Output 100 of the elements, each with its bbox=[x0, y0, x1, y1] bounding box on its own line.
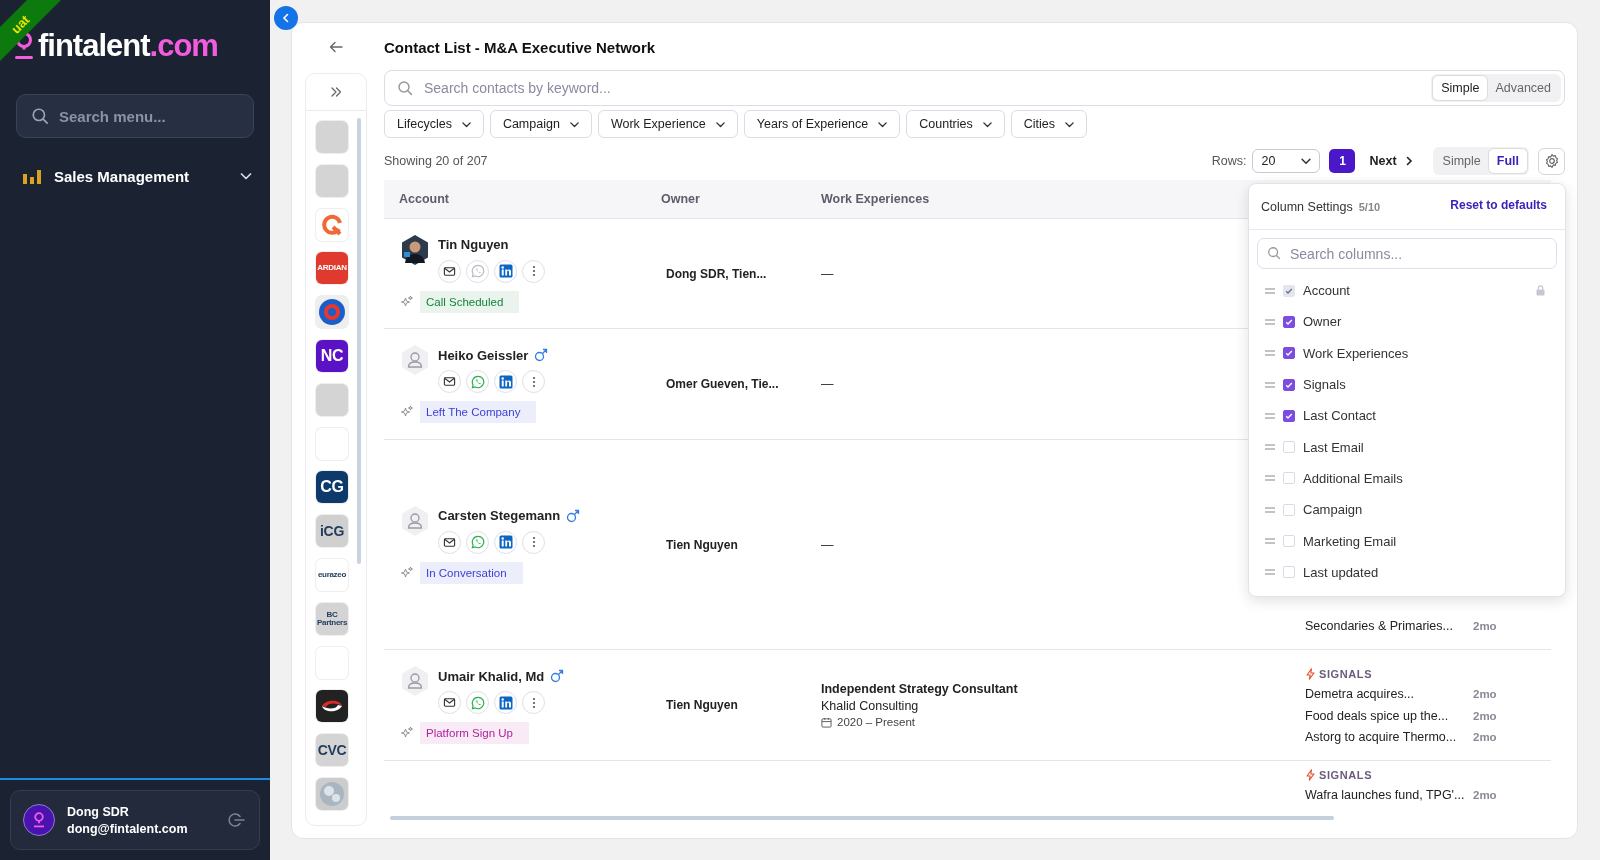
column-option[interactable]: Work Experiences bbox=[1249, 337, 1565, 369]
signal-age: 2mo bbox=[1473, 731, 1497, 744]
signal-age: 2mo bbox=[1473, 620, 1497, 633]
checkbox[interactable] bbox=[1283, 378, 1295, 391]
signal-link[interactable]: Demetra acquires... bbox=[1305, 687, 1473, 702]
signal-link[interactable]: Astorg to acquire Thermo... bbox=[1305, 730, 1473, 745]
email-button[interactable] bbox=[438, 370, 461, 393]
company-logo[interactable]: iCG bbox=[316, 515, 348, 548]
sparkle-icon bbox=[400, 294, 414, 309]
page-button[interactable]: 1 bbox=[1329, 149, 1356, 173]
filter-dropdown[interactable]: Lifecycles bbox=[384, 110, 484, 138]
drag-handle-icon[interactable] bbox=[1265, 569, 1275, 576]
more-button[interactable] bbox=[522, 259, 545, 283]
whatsapp-button[interactable] bbox=[466, 530, 489, 554]
more-button[interactable] bbox=[522, 530, 545, 554]
email-button[interactable] bbox=[438, 691, 461, 714]
column-option[interactable]: Campaign bbox=[1249, 494, 1565, 526]
filter-dropdown[interactable]: Cities bbox=[1010, 110, 1087, 138]
mode-tab[interactable]: Simple bbox=[1433, 76, 1488, 100]
whatsapp-icon bbox=[470, 374, 485, 389]
scrollbar-thumb[interactable] bbox=[390, 816, 1334, 820]
contact-name[interactable]: Umair Khalid, Md bbox=[438, 668, 545, 684]
company-logo[interactable]: CVC bbox=[316, 734, 348, 767]
company-logo[interactable]: NC bbox=[316, 340, 348, 372]
company-logo[interactable]: ARDIAN bbox=[316, 252, 348, 285]
filter-dropdown[interactable]: Countries bbox=[906, 110, 1005, 138]
signal-link[interactable]: Secondaries & Primaries... bbox=[1305, 619, 1473, 634]
filter-dropdown[interactable]: Work Experience bbox=[597, 110, 738, 138]
drag-handle-icon[interactable] bbox=[1265, 350, 1275, 357]
search-icon bbox=[31, 107, 49, 125]
bolt-icon bbox=[1305, 667, 1316, 680]
drag-handle-icon[interactable] bbox=[1265, 444, 1275, 451]
drag-handle-icon[interactable] bbox=[1265, 287, 1275, 294]
column-count: 5/10 bbox=[1358, 200, 1382, 213]
page-title: Contact List - M&A Executive Network bbox=[384, 39, 657, 58]
back-arrow-icon[interactable] bbox=[328, 39, 344, 55]
drag-handle-icon[interactable] bbox=[1265, 475, 1275, 482]
check-icon bbox=[1285, 411, 1293, 420]
whatsapp-button[interactable] bbox=[466, 370, 489, 393]
column-option[interactable]: Marketing Email bbox=[1249, 525, 1565, 557]
contact-name[interactable]: Tin Nguyen bbox=[438, 237, 509, 252]
lifecycle-tag[interactable]: In Conversation bbox=[420, 561, 523, 584]
results-count: Showing 20 of 207 bbox=[384, 154, 488, 168]
user-name: Dong SDR bbox=[67, 804, 130, 819]
view-tab[interactable]: Simple bbox=[1434, 149, 1489, 173]
linkedin-button[interactable] bbox=[494, 259, 517, 283]
column-option[interactable]: Last updated bbox=[1249, 556, 1565, 588]
company-logo[interactable]: CG bbox=[316, 471, 348, 504]
filter-dropdown[interactable]: Years of Experience bbox=[743, 110, 901, 138]
scrollbar-thumb[interactable] bbox=[357, 118, 361, 564]
owner-name: Dong SDR, Tien... bbox=[666, 266, 767, 281]
signal-link[interactable]: Food deals spice up the... bbox=[1305, 708, 1473, 723]
rows-label: Rows: bbox=[1211, 154, 1247, 168]
lifecycle-tag[interactable]: Left The Company bbox=[420, 401, 537, 423]
view-tab[interactable]: Full bbox=[1488, 149, 1527, 173]
linkedin-button[interactable] bbox=[494, 370, 517, 393]
drag-handle-icon[interactable] bbox=[1265, 538, 1275, 544]
mode-tab[interactable]: Advanced bbox=[1487, 76, 1559, 100]
double-chevron-icon[interactable] bbox=[329, 85, 343, 99]
contact-name[interactable]: Carsten Stegemann bbox=[438, 508, 561, 523]
checkbox[interactable] bbox=[1283, 409, 1295, 422]
drag-handle-icon[interactable] bbox=[1265, 506, 1275, 513]
signal-link[interactable]: Wafra launches fund, TPG'... bbox=[1305, 788, 1473, 803]
column-option[interactable]: Owner bbox=[1249, 306, 1565, 338]
filter-dropdown[interactable]: Campaign bbox=[489, 110, 592, 138]
company-logo[interactable]: eurazeo bbox=[316, 558, 348, 591]
lifecycle-tag[interactable]: Platform Sign Up bbox=[420, 722, 529, 744]
user-email: dong@fintalent.com bbox=[67, 821, 189, 836]
company-logo[interactable]: BC Partners bbox=[316, 602, 348, 635]
collapse-button[interactable] bbox=[274, 6, 298, 30]
column-option[interactable]: Account bbox=[1249, 275, 1565, 307]
column-option[interactable]: Signals bbox=[1249, 368, 1565, 401]
linkedin-icon bbox=[498, 535, 513, 549]
settings-button[interactable] bbox=[1538, 147, 1565, 175]
column-header: Work Experiences bbox=[820, 192, 931, 206]
whatsapp-button[interactable] bbox=[466, 259, 489, 283]
company-logo[interactable] bbox=[316, 690, 348, 723]
linkedin-button[interactable] bbox=[494, 530, 517, 554]
search-field[interactable]: Search menu... bbox=[16, 94, 254, 138]
checkbox[interactable] bbox=[1283, 315, 1295, 328]
lifecycle-tag[interactable]: Call Scheduled bbox=[420, 290, 520, 313]
logout-icon[interactable] bbox=[227, 811, 245, 829]
column-option[interactable]: Last Contact bbox=[1249, 400, 1565, 432]
column-option[interactable]: Last Email bbox=[1249, 431, 1565, 463]
rows-select[interactable]: 20 bbox=[1252, 149, 1321, 173]
email-button[interactable] bbox=[438, 530, 461, 554]
more-button[interactable] bbox=[522, 370, 545, 393]
whatsapp-button[interactable] bbox=[466, 691, 489, 714]
next-button[interactable]: Next bbox=[1369, 154, 1415, 168]
email-button[interactable] bbox=[438, 259, 461, 283]
linkedin-button[interactable] bbox=[494, 691, 517, 714]
contact-name[interactable]: Heiko Geissler bbox=[438, 347, 529, 363]
drag-handle-icon[interactable] bbox=[1265, 412, 1275, 419]
column-option[interactable]: Additional Emails bbox=[1249, 462, 1565, 495]
drag-handle-icon[interactable] bbox=[1265, 381, 1275, 388]
menu-item[interactable]: Sales Management bbox=[22, 160, 254, 192]
drag-handle-icon[interactable] bbox=[1265, 318, 1275, 325]
checkbox[interactable] bbox=[1283, 347, 1295, 360]
more-button[interactable] bbox=[522, 691, 545, 714]
reset-link[interactable]: Reset to defaults bbox=[1450, 197, 1547, 212]
